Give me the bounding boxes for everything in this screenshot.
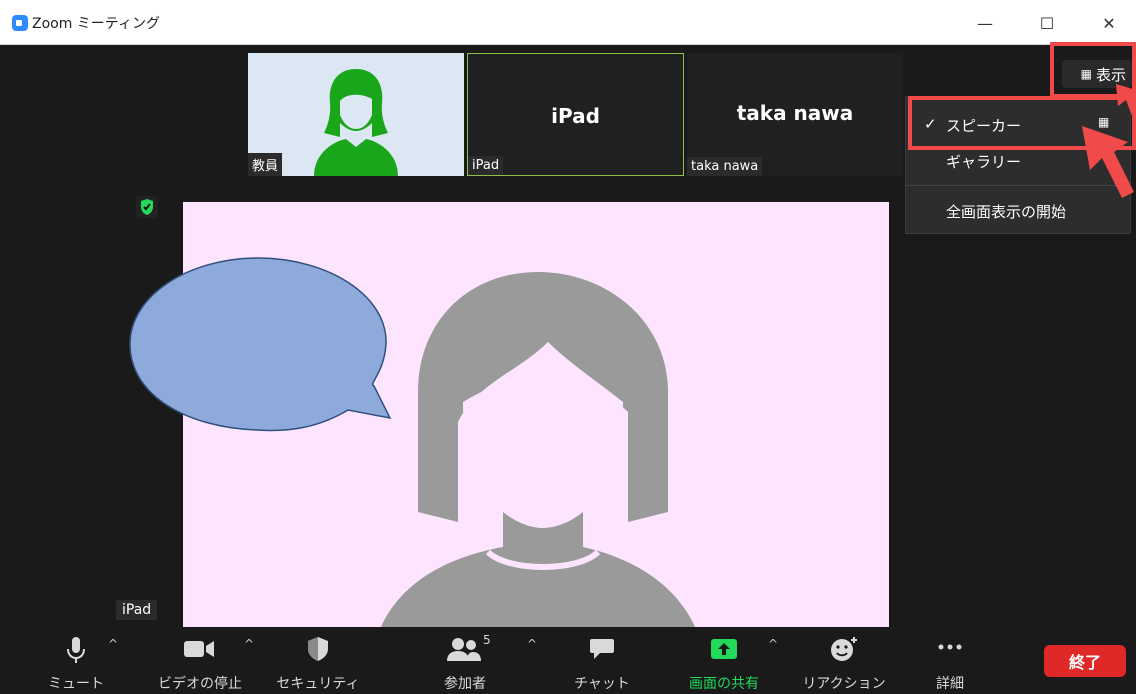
chat-button[interactable]: チャット (560, 627, 644, 694)
participant-thumbnail[interactable]: taka nawa taka nawa (687, 53, 903, 176)
stop-video-button[interactable]: ビデオの停止 (150, 627, 250, 694)
chevron-up-icon[interactable]: ^ (527, 637, 537, 651)
shield-icon (308, 637, 328, 661)
chevron-up-icon[interactable]: ^ (108, 637, 118, 651)
participant-count: 5 (483, 633, 491, 647)
participant-thumbnail[interactable]: 教員 (248, 53, 464, 176)
minimize-button[interactable]: — (962, 8, 1008, 38)
share-screen-label: 画面の共有 (689, 676, 759, 692)
person-silhouette-icon (378, 272, 698, 634)
title-bar: Zoom ミーティング — ☐ ✕ (0, 0, 1136, 45)
security-label: セキュリティ (276, 676, 360, 692)
stop-video-label: ビデオの停止 (158, 676, 242, 692)
close-button[interactable]: ✕ (1086, 8, 1132, 38)
share-screen-icon (711, 639, 737, 659)
security-button[interactable]: セキュリティ (268, 627, 368, 694)
participants-icon (447, 638, 481, 661)
video-camera-icon (184, 641, 214, 657)
active-speaker-label: iPad (116, 600, 158, 620)
reaction-icon (831, 637, 857, 661)
encryption-shield-icon[interactable] (136, 196, 158, 218)
thumbnail-name: iPad (468, 156, 504, 175)
thumbnail-name: taka nawa (687, 157, 763, 176)
chat-icon (590, 639, 614, 659)
more-icon (938, 644, 962, 650)
menu-item-label: ギャラリー (946, 153, 1022, 171)
participants-label: 参加者 (444, 676, 486, 692)
microphone-icon (67, 637, 85, 663)
share-screen-button[interactable]: 画面の共有 (676, 627, 772, 694)
reaction-button[interactable]: リアクション (796, 627, 892, 694)
pointer-arrow-icon (1082, 126, 1134, 198)
thumbnail-big-name: iPad (551, 104, 600, 128)
mute-label: ミュート (48, 676, 104, 692)
pointer-arrow-icon (1116, 84, 1136, 126)
participants-button[interactable]: 5 参加者 (420, 627, 510, 694)
more-label: 詳細 (936, 676, 964, 692)
meeting-toolbar: ミュート ^ ビデオの停止 ^ セキュリティ 5 参加者 ^ チャット 画面の共… (0, 627, 1136, 694)
speech-bubble (129, 257, 392, 432)
thumbnail-big-name: taka nawa (736, 101, 854, 125)
menu-item-label: 全画面表示の開始 (946, 203, 1067, 221)
chat-label: チャット (574, 676, 630, 692)
end-meeting-button[interactable]: 終了 (1044, 645, 1126, 677)
chevron-up-icon[interactable]: ^ (244, 637, 254, 651)
participant-thumbnail[interactable]: iPad iPad (467, 53, 684, 176)
more-button[interactable]: 詳細 (914, 627, 986, 694)
zoom-app-icon (12, 15, 28, 31)
window-title: Zoom ミーティング (32, 16, 160, 32)
person-silhouette-icon (314, 69, 398, 176)
reaction-label: リアクション (802, 676, 886, 692)
chevron-up-icon[interactable]: ^ (768, 637, 778, 651)
thumbnail-name: 教員 (248, 153, 283, 176)
maximize-button[interactable]: ☐ (1024, 8, 1070, 38)
